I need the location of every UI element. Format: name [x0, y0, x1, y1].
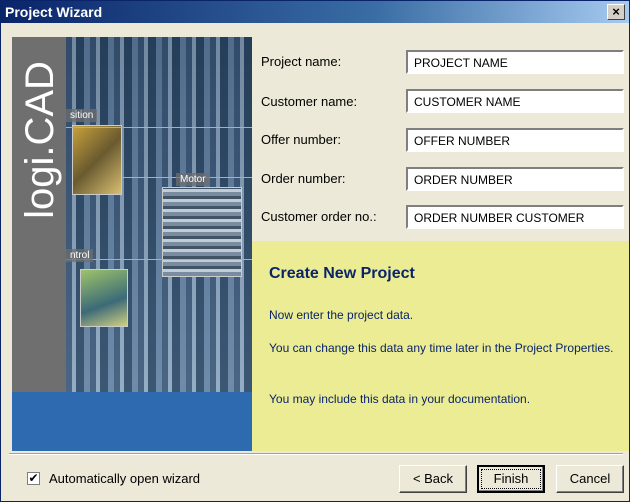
title-bar[interactable]: Project Wizard × [1, 1, 629, 23]
logicad-logo: logi.CAD [18, 61, 62, 219]
auto-open-label[interactable]: Automatically open wizard [49, 471, 200, 486]
info-text-enter: Now enter the project data. [269, 308, 414, 322]
finish-button-label: Finish [481, 469, 541, 489]
offer-number-input[interactable]: OFFER NUMBER [406, 128, 624, 152]
customer-order-no-input[interactable]: ORDER NUMBER CUSTOMER [406, 205, 624, 229]
project-wizard-window: Project Wizard × sition Motor ntrol logi… [0, 0, 630, 502]
info-text-change: You can change this data any time later … [269, 341, 614, 355]
banner-label-motor: Motor [176, 173, 210, 186]
order-number-input[interactable]: ORDER NUMBER [406, 167, 624, 191]
footer-separator [9, 453, 623, 455]
order-number-label: Order number: [261, 171, 346, 186]
info-text-include: You may include this data in your docume… [269, 392, 531, 406]
info-panel: Create New Project Now enter the project… [252, 241, 629, 451]
close-icon: × [612, 4, 620, 19]
back-button[interactable]: < Back [399, 465, 467, 493]
banner-photo-machine-2 [80, 269, 128, 327]
banner-line [66, 259, 252, 260]
customer-name-input[interactable]: CUSTOMER NAME [406, 89, 624, 113]
project-name-label: Project name: [261, 54, 342, 69]
auto-open-checkbox[interactable]: ✔ [27, 472, 40, 485]
logo-strip: logi.CAD [12, 37, 66, 392]
customer-order-no-label: Customer order no.: [261, 209, 377, 224]
banner-line [66, 127, 252, 128]
banner-label-control: ntrol [66, 249, 94, 262]
banner-footer [12, 392, 252, 451]
banner-photo-machine-1 [72, 125, 122, 195]
window-title: Project Wizard [5, 4, 103, 20]
wizard-banner-image: sition Motor ntrol logi.CAD [12, 37, 252, 451]
info-title: Create New Project [269, 265, 415, 282]
project-name-input[interactable]: PROJECT NAME [406, 50, 624, 74]
cancel-button[interactable]: Cancel [556, 465, 624, 493]
close-button[interactable]: × [607, 4, 625, 20]
offer-number-label: Offer number: [261, 132, 341, 147]
banner-photo-motor [162, 187, 242, 277]
banner-label-position: sition [66, 109, 98, 122]
finish-button[interactable]: Finish [477, 465, 545, 493]
customer-name-label: Customer name: [261, 94, 358, 109]
checkmark-icon: ✔ [28, 471, 39, 485]
